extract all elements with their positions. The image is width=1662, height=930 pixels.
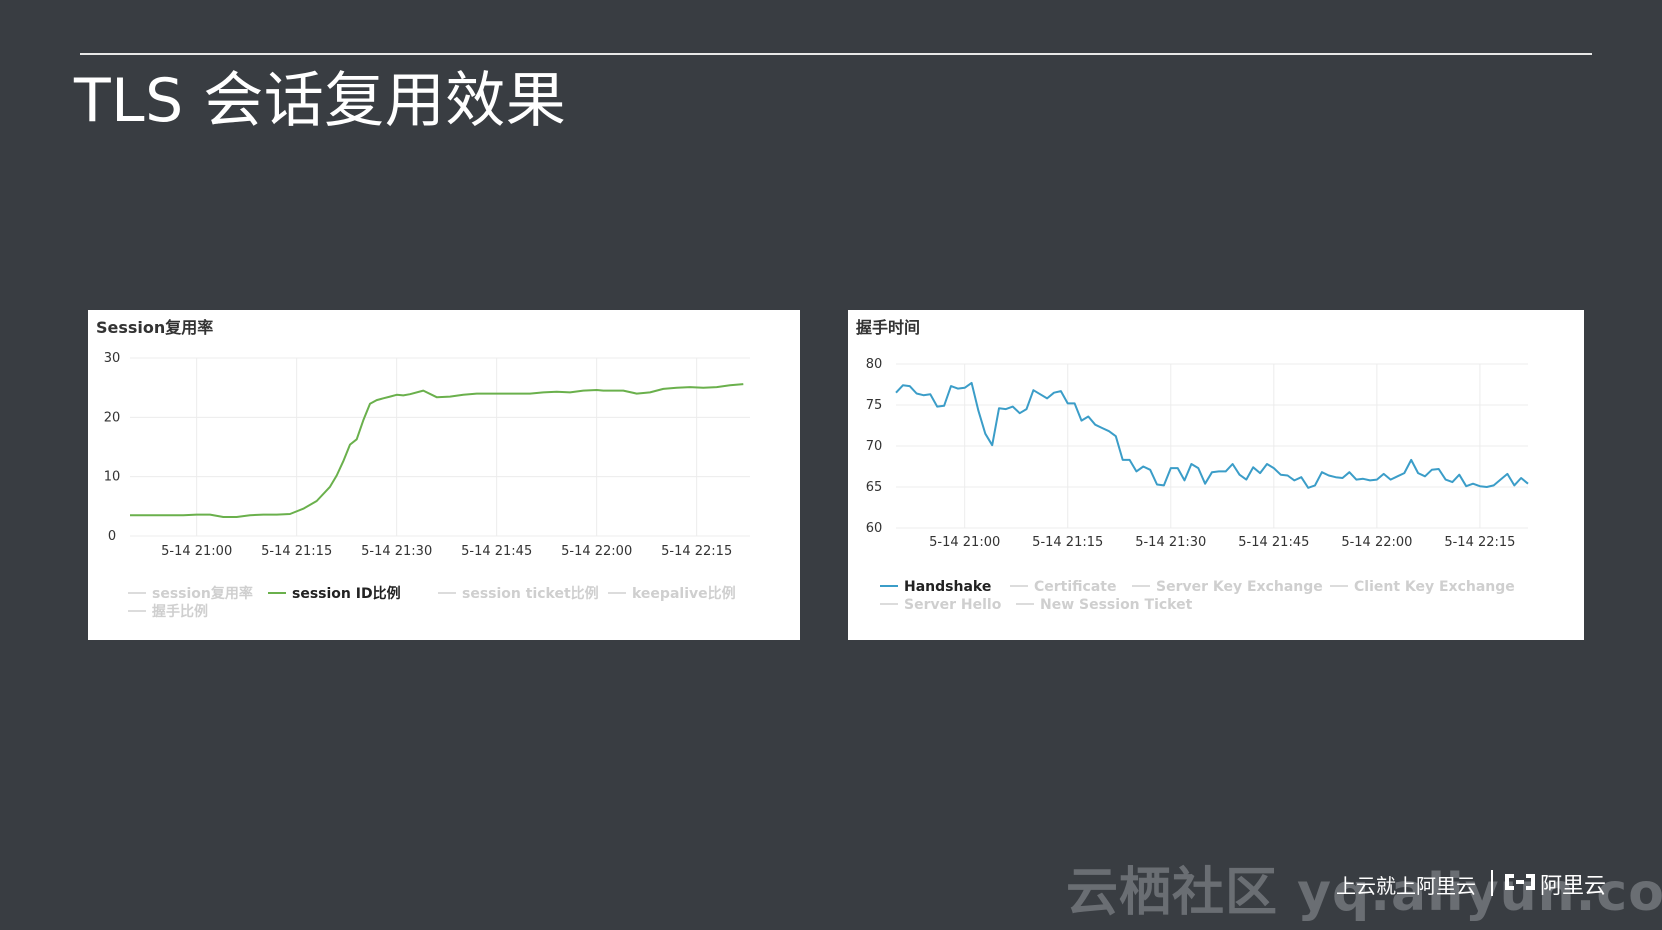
aliyun-logo-icon	[1505, 874, 1535, 890]
y-tick-label: 80	[866, 357, 883, 372]
legend-item: keepalive比例	[632, 585, 736, 602]
footer-divider	[1491, 870, 1493, 896]
x-tick-label: 5-14 21:00	[929, 535, 1000, 550]
x-tick-label: 5-14 21:00	[161, 544, 232, 559]
series-line	[895, 381, 1529, 489]
legend-item: 握手比例	[152, 603, 208, 620]
x-tick-label: 5-14 21:30	[361, 544, 432, 559]
x-tick-label: 5-14 21:15	[1032, 535, 1103, 550]
footer: 云栖社区 yq.aliyun.com 上云就上阿里云 阿里云	[1066, 850, 1662, 923]
series-line	[130, 383, 744, 518]
y-tick-label: 0	[108, 529, 116, 544]
legend-item: Handshake	[904, 579, 991, 595]
y-tick-label: 20	[104, 410, 121, 425]
y-tick-label: 65	[866, 480, 883, 495]
legend-item: Server Hello	[904, 597, 1002, 613]
x-tick-label: 5-14 22:15	[1444, 535, 1515, 550]
y-tick-label: 75	[866, 398, 883, 413]
x-tick-label: 5-14 21:45	[1238, 535, 1309, 550]
x-tick-label: 5-14 21:15	[261, 544, 332, 559]
session-reuse-chart: 0 10 20 30 5-14 21:00 5-14 21:15 5-14 21:30 5-1…	[104, 351, 750, 620]
handshake-time-chart-panel: 握手时间 60 65 70 75 80 5-14 21:00 5-14 21:15 5-14 …	[848, 310, 1584, 640]
legend-item: session复用率	[152, 585, 253, 602]
x-tick-label: 5-14 22:00	[561, 544, 632, 559]
x-tick-label: 5-14 22:15	[661, 544, 732, 559]
legend-item: Certificate	[1034, 579, 1116, 595]
slide-title: TLS 会话复用效果	[74, 66, 567, 136]
y-tick-label: 60	[866, 521, 883, 536]
session-reuse-chart-panel: Session复用率 0 10 20 30 5-14 21:00 5-14 21:15 5-…	[88, 310, 800, 640]
x-tick-label: 5-14 22:00	[1341, 535, 1412, 550]
handshake-time-chart: 60 65 70 75 80 5-14 21:00 5-14 21:15 5-14 21:30…	[866, 357, 1529, 613]
footer-slogan: 上云就上阿里云	[1336, 874, 1476, 898]
legend-item: session ID比例	[292, 585, 401, 602]
y-tick-label: 10	[104, 470, 121, 485]
legend-item: session ticket比例	[462, 585, 599, 602]
legend-item: New Session Ticket	[1040, 597, 1193, 613]
y-tick-label: 70	[866, 439, 883, 454]
x-tick-label: 5-14 21:30	[1135, 535, 1206, 550]
y-tick-label: 30	[104, 351, 121, 366]
x-tick-label: 5-14 21:45	[461, 544, 532, 559]
legend-item: Server Key Exchange	[1156, 579, 1323, 595]
legend-item: Client Key Exchange	[1354, 579, 1515, 595]
logo-text: 阿里云	[1540, 874, 1607, 899]
